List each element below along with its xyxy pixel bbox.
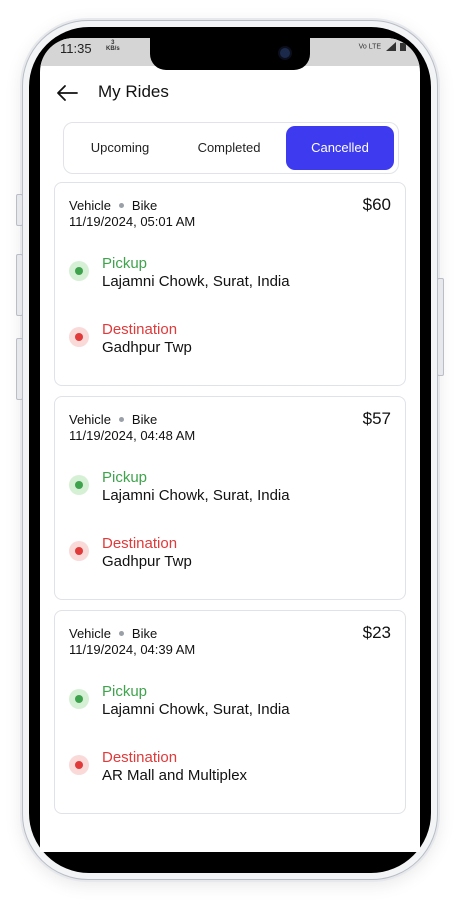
destination-dot-icon	[69, 541, 89, 561]
ride-card[interactable]: Vehicle Bike 11/19/2024, 05:01 AM $60 Pic…	[54, 182, 406, 386]
destination-address: Gadhpur Twp	[102, 339, 192, 356]
destination-dot-icon	[69, 327, 89, 347]
tab-upcoming[interactable]: Upcoming	[68, 126, 172, 170]
ride-datetime: 11/19/2024, 05:01 AM	[69, 214, 196, 229]
network-speed: 3 KB/s	[106, 40, 120, 52]
pickup-label: Pickup	[102, 683, 148, 700]
arrow-left-icon[interactable]	[56, 84, 78, 102]
ride-price: $57	[362, 409, 391, 428]
page-title: My Rides	[98, 82, 169, 101]
ride-price: $23	[362, 623, 391, 642]
vehicle-info: Vehicle Bike	[69, 198, 157, 213]
pickup-label: Pickup	[102, 255, 148, 272]
signal-icon	[386, 42, 397, 51]
vehicle-label: Vehicle	[69, 412, 111, 427]
volume-down-button	[16, 338, 23, 400]
pickup-label: Pickup	[102, 469, 148, 486]
pickup-address: Lajamni Chowk, Surat, India	[102, 273, 290, 290]
pickup-dot-icon	[69, 475, 89, 495]
destination-address: Gadhpur Twp	[102, 553, 192, 570]
vehicle-type: Bike	[131, 412, 158, 427]
separator-dot	[118, 417, 124, 423]
destination-label: Destination	[102, 535, 178, 552]
volume-up-button	[16, 254, 23, 316]
ride-card[interactable]: Vehicle Bike 11/19/2024, 04:48 AM $57 Pic…	[54, 396, 406, 600]
network-speed-unit: KB/s	[106, 46, 120, 52]
vehicle-type: Bike	[131, 626, 158, 641]
status-time: 11:35	[60, 41, 92, 56]
tab-completed[interactable]: Completed	[176, 126, 282, 170]
ride-datetime: 11/19/2024, 04:39 AM	[69, 642, 196, 657]
separator-dot	[118, 203, 124, 209]
camera-notch	[150, 38, 310, 70]
ride-datetime: 11/19/2024, 04:48 AM	[69, 428, 196, 443]
app-screen: 11:35 3 KB/s Vo LTE My Rides Upcoming Co…	[40, 38, 420, 852]
destination-label: Destination	[102, 749, 178, 766]
pickup-dot-icon	[69, 261, 89, 281]
mute-switch	[16, 194, 23, 226]
tab-cancelled[interactable]: Cancelled	[286, 126, 394, 170]
vehicle-info: Vehicle Bike	[69, 626, 157, 641]
vehicle-label: Vehicle	[69, 198, 111, 213]
power-button	[437, 278, 444, 376]
status-icons: Vo LTE	[359, 42, 406, 51]
battery-icon	[400, 43, 406, 51]
destination-label: Destination	[102, 321, 178, 338]
header: My Rides	[40, 76, 420, 110]
ride-price: $60	[362, 195, 391, 214]
pickup-address: Lajamni Chowk, Surat, India	[102, 701, 290, 718]
vehicle-label: Vehicle	[69, 626, 111, 641]
pickup-dot-icon	[69, 689, 89, 709]
destination-address: AR Mall and Multiplex	[102, 767, 248, 784]
separator-dot	[118, 631, 124, 637]
network-label: Vo LTE	[358, 43, 382, 51]
vehicle-type: Bike	[131, 198, 158, 213]
vehicle-info: Vehicle Bike	[69, 412, 157, 427]
ride-status-tabs: Upcoming Completed Cancelled	[63, 122, 399, 174]
camera-icon	[278, 46, 292, 60]
ride-card[interactable]: Vehicle Bike 11/19/2024, 04:39 AM $23 Pic…	[54, 610, 406, 814]
destination-dot-icon	[69, 755, 89, 775]
pickup-address: Lajamni Chowk, Surat, India	[102, 487, 290, 504]
